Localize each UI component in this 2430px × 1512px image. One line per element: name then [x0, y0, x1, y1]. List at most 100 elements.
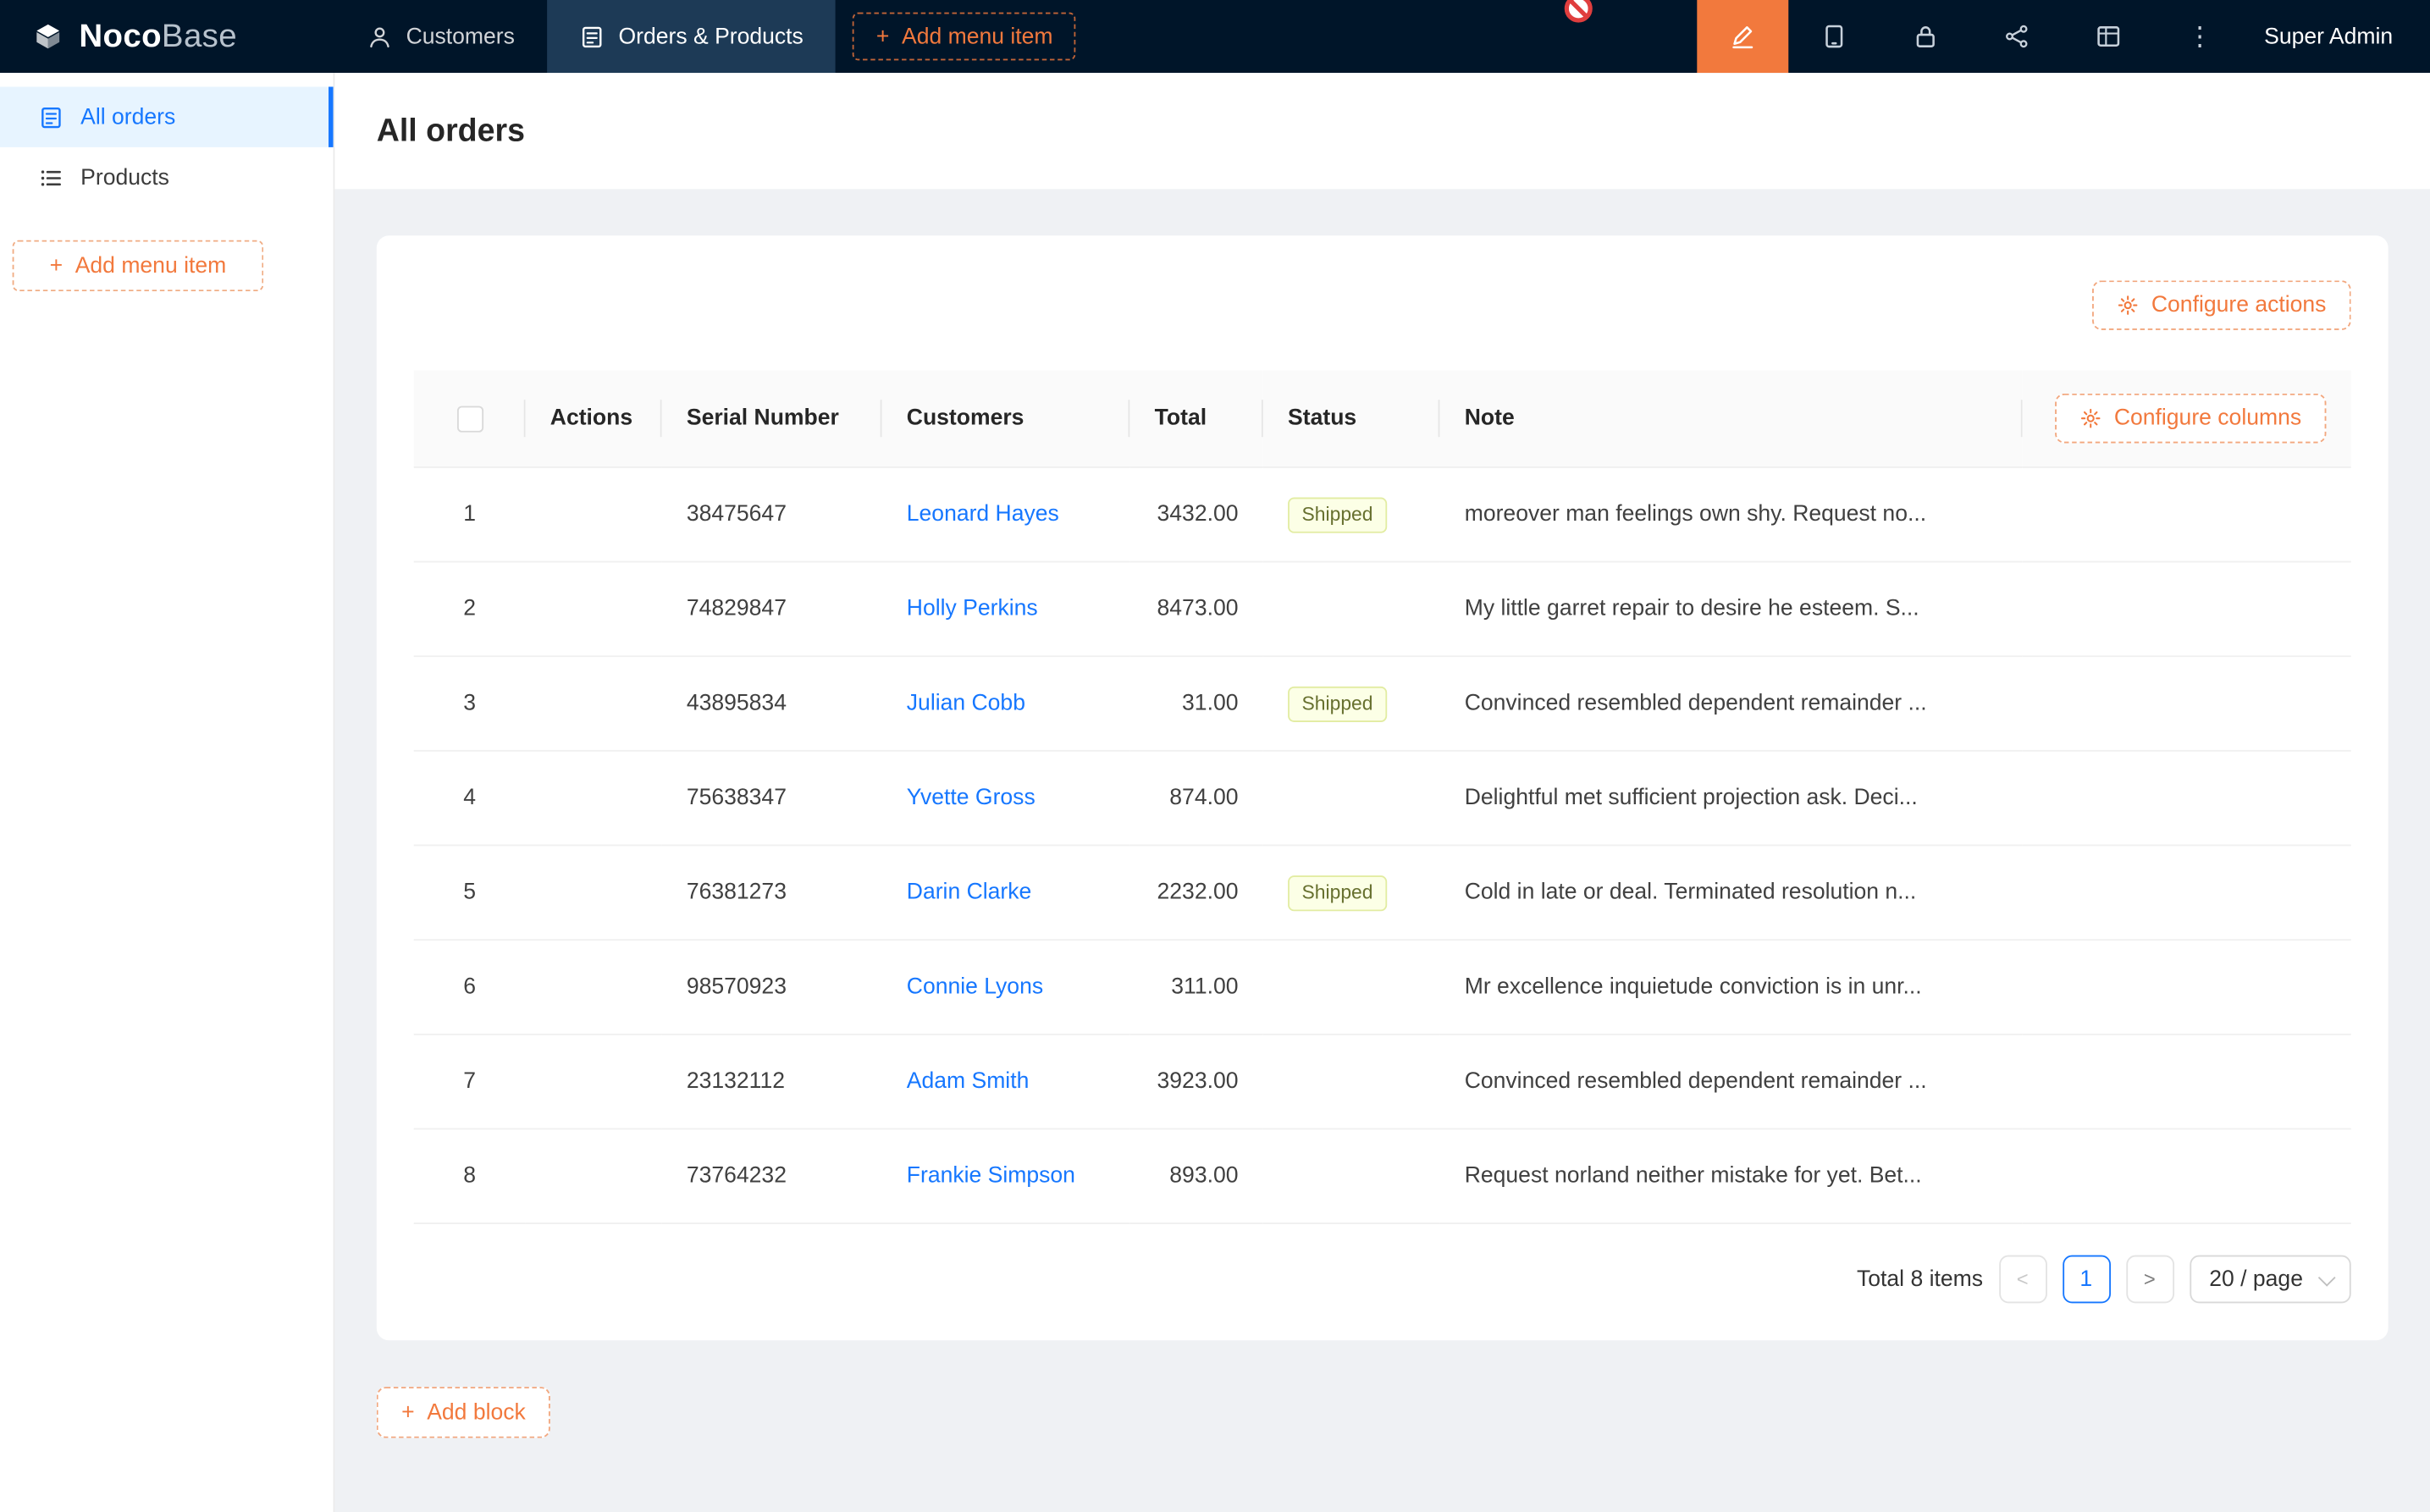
cell-total: 8473.00 — [1129, 562, 1262, 657]
nav-item-customers[interactable]: Customers — [334, 0, 547, 73]
nocobase-logo-icon — [31, 19, 65, 53]
person-icon — [367, 24, 392, 48]
table-row: 6 98570923 Connie Lyons 311.00 Mr excell… — [414, 940, 2351, 1035]
security-button[interactable] — [1880, 0, 1971, 73]
orders-table-block: Configure actions Actions Serial Number … — [377, 235, 2389, 1340]
gear-icon — [2118, 295, 2140, 317]
sidebar-item-all-orders[interactable]: All orders — [0, 87, 334, 147]
table-row: 4 75638347 Yvette Gross 874.00 Delightfu… — [414, 751, 2351, 846]
cell-total: 311.00 — [1129, 940, 1262, 1035]
plus-icon: + — [50, 253, 64, 278]
sidebar-item-label: All orders — [80, 105, 175, 130]
pagination-prev-button[interactable]: < — [1998, 1255, 2046, 1304]
row-index: 6 — [414, 940, 526, 1035]
cell-status — [1263, 562, 1440, 657]
cell-serial: 76381273 — [662, 845, 882, 940]
cell-serial: 43895834 — [662, 656, 882, 751]
cell-customer: Holly Perkins — [881, 562, 1129, 657]
status-tag: Shipped — [1288, 497, 1387, 533]
customer-link[interactable]: Adam Smith — [907, 1069, 1030, 1094]
cell-note: moreover man feelings own shy. Request n… — [1439, 467, 2022, 562]
more-menu-button[interactable]: ⋮ — [2154, 0, 2245, 73]
plugin-settings-button[interactable] — [2063, 0, 2154, 73]
cell-note: Request norland neither mistake for yet.… — [1439, 1128, 2022, 1223]
mobile-client-button[interactable] — [1788, 0, 1880, 73]
pagination-page-1[interactable]: 1 — [2062, 1255, 2110, 1304]
page-size-select[interactable]: 20 / page — [2189, 1255, 2350, 1304]
orders-file-icon — [39, 105, 64, 130]
cell-note: Convinced resembled dependent remainder … — [1439, 656, 2022, 751]
table-row: 5 76381273 Darin Clarke 2232.00 Shipped … — [414, 845, 2351, 940]
nav-item-orders-products[interactable]: Orders & Products — [547, 0, 836, 73]
cell-total: 31.00 — [1129, 656, 1262, 751]
cell-customer: Darin Clarke — [881, 845, 1129, 940]
column-header-note: Note — [1439, 370, 2022, 466]
list-icon — [39, 165, 64, 190]
nocobase-logo[interactable]: NocoBase — [0, 0, 334, 73]
pagination-next-button[interactable]: > — [2125, 1255, 2173, 1304]
status-tag: Shipped — [1288, 686, 1387, 721]
cell-actions — [526, 1035, 662, 1129]
blocked-cursor-icon — [1564, 0, 1593, 23]
cell-serial: 75638347 — [662, 751, 882, 846]
nav-item-label: Orders & Products — [619, 24, 804, 48]
cell-total: 3923.00 — [1129, 1035, 1262, 1129]
cell-serial: 74829847 — [662, 562, 882, 657]
customer-link[interactable]: Holly Perkins — [907, 597, 1038, 621]
cell-actions — [526, 845, 662, 940]
column-header-actions: Actions — [526, 370, 662, 466]
table-row: 3 43895834 Julian Cobb 31.00 Shipped Con… — [414, 656, 2351, 751]
ui-editor-button[interactable] — [1697, 0, 1788, 73]
sidebar-item-label: Products — [80, 165, 169, 190]
customer-link[interactable]: Frankie Simpson — [907, 1164, 1075, 1189]
customer-link[interactable]: Julian Cobb — [907, 691, 1025, 715]
select-all-checkbox[interactable] — [456, 406, 483, 432]
row-index: 4 — [414, 751, 526, 846]
configure-actions-button[interactable]: Configure actions — [2092, 280, 2350, 330]
nocobase-app: NocoBase Customers Orders & Products + A… — [0, 0, 2430, 1512]
cell-status — [1263, 751, 1440, 846]
api-button[interactable] — [1971, 0, 2063, 73]
cell-actions — [526, 751, 662, 846]
cell-actions — [526, 940, 662, 1035]
pagination: Total 8 items < 1 > 20 / page — [414, 1255, 2351, 1304]
content-area: Configure actions Actions Serial Number … — [334, 189, 2430, 1484]
cell-status — [1263, 1035, 1440, 1129]
lock-icon — [1913, 23, 1939, 49]
kebab-icon: ⋮ — [2187, 23, 2213, 49]
header-config-cell: Configure columns — [2023, 370, 2351, 466]
configure-columns-button[interactable]: Configure columns — [2055, 394, 2326, 444]
cell-note: My little garret repair to desire he est… — [1439, 562, 2022, 657]
tablet-icon — [1821, 23, 1847, 49]
row-index: 1 — [414, 467, 526, 562]
navbar-actions: ⋮ Super Admin — [1697, 0, 2430, 73]
customer-link[interactable]: Connie Lyons — [907, 974, 1043, 999]
column-header-total: Total — [1129, 370, 1262, 466]
page-title: All orders — [377, 113, 525, 150]
table-row: 8 73764232 Frankie Simpson 893.00 Reques… — [414, 1128, 2351, 1223]
nav-item-label: Customers — [406, 24, 515, 48]
column-header-customers: Customers — [881, 370, 1129, 466]
table-row: 7 23132112 Adam Smith 3923.00 Convinced … — [414, 1035, 2351, 1129]
user-menu[interactable]: Super Admin — [2245, 0, 2430, 73]
sidebar: All orders Products + Add menu item — [0, 73, 334, 1512]
cell-status: Shipped — [1263, 467, 1440, 562]
cell-status — [1263, 940, 1440, 1035]
sidebar-item-products[interactable]: Products — [0, 147, 334, 207]
user-name: Super Admin — [2264, 24, 2393, 48]
header-checkbox-cell — [414, 370, 526, 466]
orders-file-icon — [580, 24, 605, 48]
cell-customer: Frankie Simpson — [881, 1128, 1129, 1223]
customer-link[interactable]: Leonard Hayes — [907, 502, 1059, 527]
row-index: 8 — [414, 1128, 526, 1223]
customer-link[interactable]: Darin Clarke — [907, 880, 1032, 905]
table-row: 2 74829847 Holly Perkins 8473.00 My litt… — [414, 562, 2351, 657]
add-block-button[interactable]: + Add block — [377, 1387, 550, 1438]
customer-link[interactable]: Yvette Gross — [907, 786, 1036, 810]
pen-icon — [1730, 23, 1756, 49]
cell-serial: 38475647 — [662, 467, 882, 562]
cell-customer: Leonard Hayes — [881, 467, 1129, 562]
share-nodes-icon — [2004, 23, 2030, 49]
add-menu-item-button-top[interactable]: + Add menu item — [853, 13, 1076, 61]
add-menu-item-button-side[interactable]: + Add menu item — [13, 240, 264, 291]
